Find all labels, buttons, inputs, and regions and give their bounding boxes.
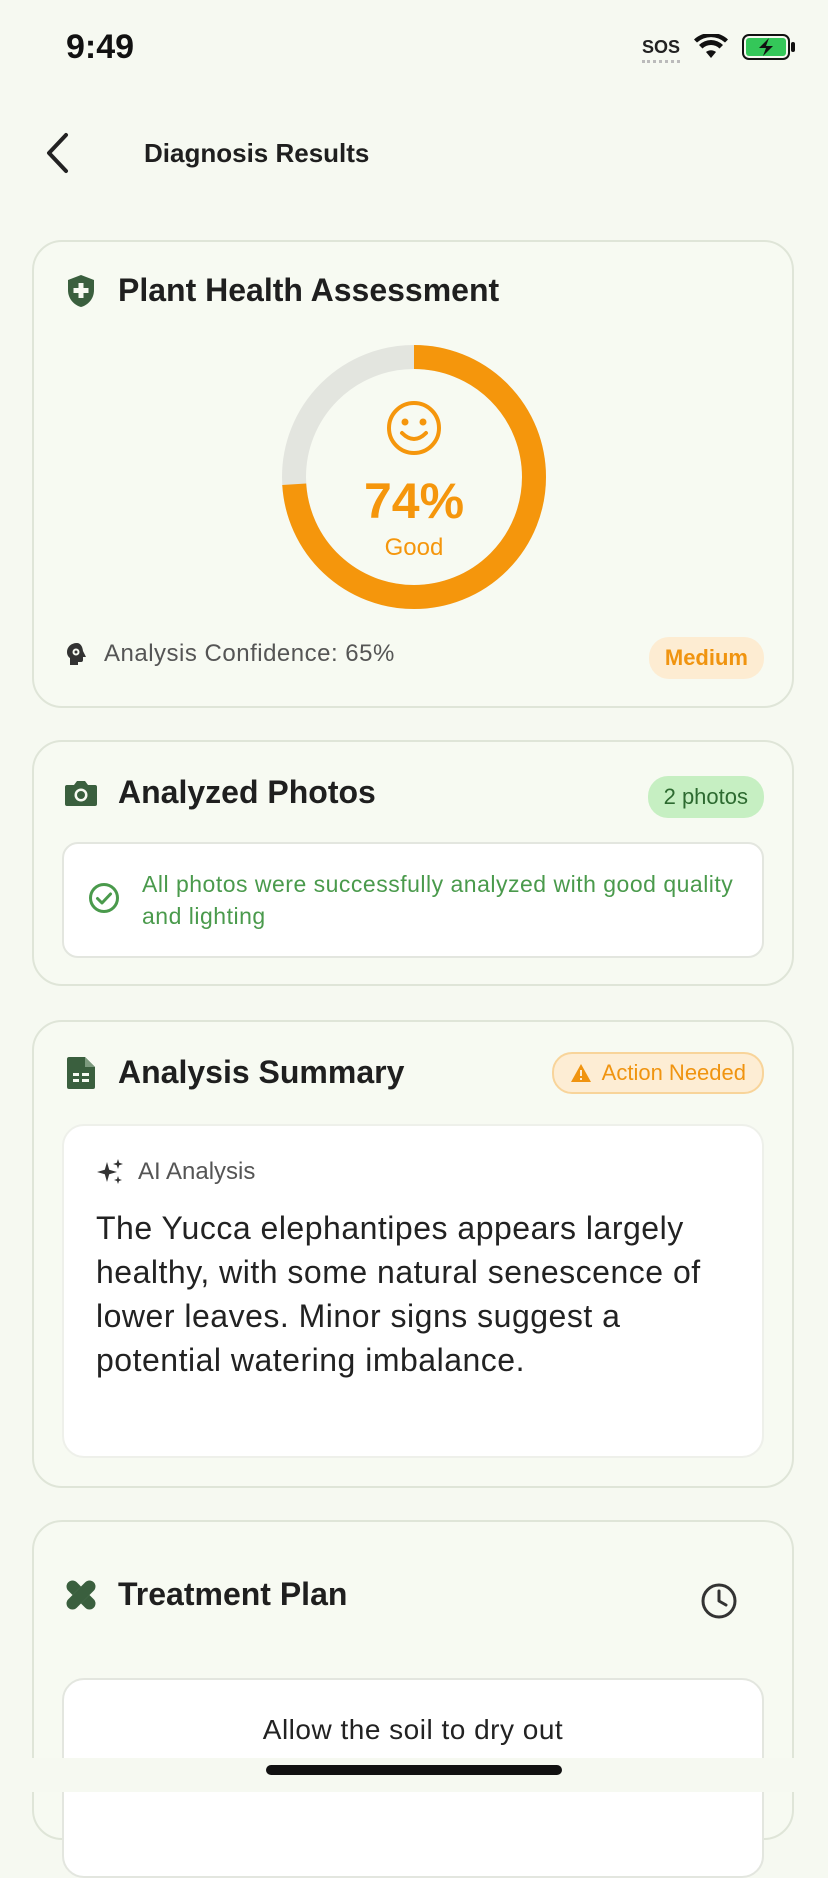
ai-analysis-label: AI Analysis: [138, 1158, 256, 1185]
treatment-card-header: Treatment Plan: [64, 1576, 764, 1613]
brain-gear-icon: [67, 643, 86, 665]
summary-card-title: Analysis Summary: [118, 1054, 405, 1090]
wifi-icon: [694, 34, 728, 58]
chevron-left-icon: [47, 133, 68, 173]
photo-count-badge: 2 photos: [647, 776, 764, 818]
status-bar: 9:49 SOS: [0, 0, 828, 100]
ai-analysis-box: AI Analysis The Yucca elephantipes appea…: [62, 1124, 764, 1458]
health-card-title: Plant Health Assessment: [118, 272, 500, 308]
battery-charging-icon: [742, 34, 795, 60]
ai-analysis-header: AI Analysis: [96, 1158, 255, 1186]
nav-bar: Diagnosis Results: [0, 110, 828, 200]
document-icon: [64, 1056, 98, 1090]
bandage-icon: [64, 1578, 98, 1612]
health-score-gauge: 74% Good: [281, 344, 547, 610]
status-time: 9:49: [66, 28, 135, 66]
check-circle-icon: [89, 883, 119, 913]
photo-analysis-notice: All photos were successfully analyzed wi…: [62, 842, 764, 958]
home-indicator[interactable]: [266, 1765, 562, 1775]
photo-notice-text: All photos were successfully analyzed wi…: [142, 871, 734, 929]
bottom-safe-area: [0, 1758, 828, 1792]
health-status-label: Good: [384, 534, 444, 561]
ai-analysis-text: The Yucca elephantipes appears largely h…: [96, 1210, 701, 1378]
health-card-header: Plant Health Assessment: [64, 272, 764, 309]
action-needed-label: Action Needed: [601, 1060, 746, 1085]
health-score-value: 74%: [363, 473, 465, 529]
confidence-level-badge: Medium: [648, 637, 764, 679]
smiley-face-icon: [281, 400, 547, 456]
treatment-step-text: Allow the soil to dry out: [262, 1714, 564, 1745]
treatment-plan-card: Treatment Plan Allow the soil to dry out: [32, 1520, 794, 1878]
clock-icon: [701, 1583, 737, 1619]
warning-icon: [570, 1064, 591, 1082]
treatment-card-title: Treatment Plan: [118, 1576, 348, 1612]
page-title: Diagnosis Results: [144, 138, 370, 168]
confidence-text: Analysis Confidence: 65%: [104, 640, 395, 667]
photos-card-title: Analyzed Photos: [118, 774, 376, 810]
sos-indicator: SOS: [641, 37, 681, 63]
back-button[interactable]: [36, 128, 78, 178]
sparkles-icon: [97, 1159, 123, 1184]
analysis-summary-card: Analysis Summary Action Needed AI Analys…: [32, 1020, 794, 1488]
status-icons: SOS: [641, 34, 796, 63]
health-assessment-card: Plant Health Assessment 74% Good Analysi…: [32, 240, 794, 708]
shield-plus-icon: [64, 274, 98, 308]
schedule-button[interactable]: [700, 1582, 738, 1625]
camera-icon: [64, 776, 98, 810]
confidence-row: Analysis Confidence: 65%: [66, 640, 395, 668]
analyzed-photos-card: Analyzed Photos 2 photos All photos were…: [32, 740, 794, 986]
action-needed-badge: Action Needed: [551, 1052, 764, 1094]
